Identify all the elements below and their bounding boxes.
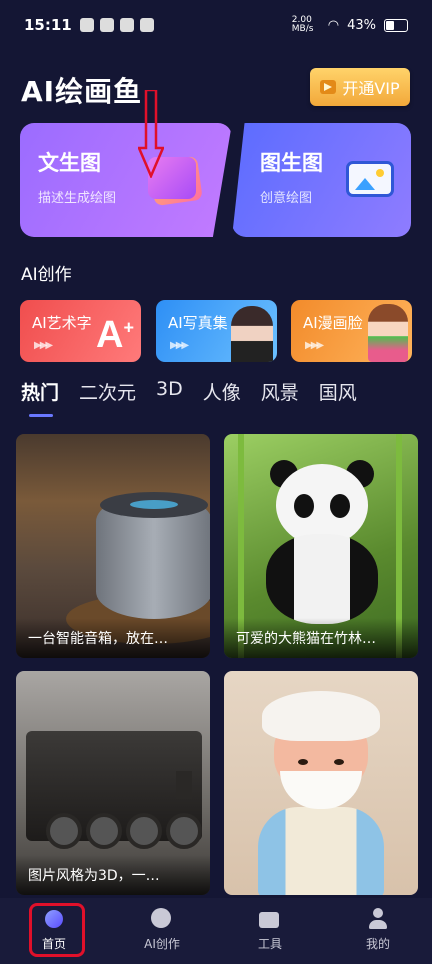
- nav-mine-label: 我的: [365, 937, 390, 951]
- gallery-item-grandpa[interactable]: [224, 671, 418, 895]
- tab-chinese-style[interactable]: 国风: [319, 378, 357, 405]
- palette-icon: [151, 908, 173, 930]
- play-arrows-icon: ▶▶▶: [305, 340, 324, 351]
- image-to-image-card[interactable]: 图生图 创意绘图: [232, 123, 411, 237]
- notification-icons: [79, 18, 154, 32]
- tab-3d[interactable]: 3D: [156, 378, 183, 405]
- app-title: AI绘画鱼: [21, 75, 143, 108]
- ai-portrait-label: AI写真集: [168, 314, 228, 332]
- ai-portrait-card[interactable]: AI写真集 ▶▶▶: [156, 300, 277, 362]
- nav-mine[interactable]: 我的: [324, 898, 432, 964]
- gallery-caption: 可爱的大熊猫在竹林…: [224, 618, 418, 658]
- hair-shape: [262, 691, 380, 741]
- app-notification-icon: [79, 18, 94, 32]
- crown-notification-icon: [119, 18, 134, 32]
- highlight-box-annotation: [29, 903, 85, 957]
- wheel-shape: [166, 813, 202, 849]
- tab-portrait[interactable]: 人像: [203, 378, 241, 405]
- ai-comic-face-label: AI漫画脸: [303, 314, 363, 332]
- mail-notification-icon: [139, 18, 154, 32]
- open-vip-button[interactable]: 开通VIP: [310, 68, 410, 106]
- panda-image: [260, 460, 384, 624]
- sun-shape: [376, 169, 384, 177]
- network-speed: 2.00 MB/s: [291, 15, 314, 34]
- panda-eye: [294, 494, 314, 518]
- ai-comic-face-card[interactable]: AI漫画脸 ▶▶▶: [291, 300, 412, 362]
- text-to-image-card[interactable]: 文生图 描述生成绘图: [20, 123, 232, 237]
- status-bar: 15:11 2.00 MB/s ◠ 43%: [0, 0, 432, 50]
- nav-tools[interactable]: 工具: [216, 898, 324, 964]
- toolbox-icon: [259, 908, 281, 930]
- nav-ai-creation-label: AI创作: [144, 937, 180, 951]
- portrait-avatar-image: [231, 306, 273, 362]
- beard-shape: [280, 771, 362, 809]
- person-icon: [367, 908, 389, 930]
- speaker-top-shape: [100, 492, 208, 518]
- panda-body: [266, 534, 378, 624]
- sweater-shape: [258, 807, 384, 895]
- ai-art-text-label: AI艺术字: [32, 314, 92, 332]
- letter-a-icon: A+: [96, 314, 134, 356]
- locomotive-image: [26, 731, 202, 849]
- tab-landscape[interactable]: 风景: [261, 378, 299, 405]
- red-arrow-annotation: [138, 90, 164, 178]
- play-arrows-icon: ▶▶▶: [170, 340, 189, 351]
- vip-icon: [320, 80, 337, 94]
- tabs-fade: [412, 378, 432, 408]
- eye-shape: [298, 759, 308, 765]
- grandpa-figure-image: [258, 691, 384, 895]
- picture-icon: [346, 161, 394, 197]
- battery-percent: 43%: [347, 17, 376, 33]
- battery-icon: [384, 18, 408, 32]
- mountain-shape: [355, 178, 375, 190]
- play-arrows-icon: ▶▶▶: [34, 340, 53, 351]
- play-notification-icon: [99, 18, 114, 32]
- gallery-item-train[interactable]: 图片风格为3D，一…: [16, 671, 210, 895]
- panda-eye: [330, 494, 350, 518]
- gallery-caption: 图片风格为3D，一…: [16, 855, 210, 895]
- wheel-shape: [126, 813, 162, 849]
- section-title-ai-creation: AI创作: [21, 265, 72, 285]
- tab-hot[interactable]: 热门: [21, 378, 59, 417]
- wheel-shape: [86, 813, 122, 849]
- ai-art-text-card[interactable]: AI艺术字 ▶▶▶ A+: [20, 300, 141, 362]
- wheel-shape: [46, 813, 82, 849]
- tab-anime[interactable]: 二次元: [79, 378, 136, 405]
- gallery-caption: 一台智能音箱，放在…: [16, 618, 210, 658]
- status-time: 15:11: [24, 16, 72, 34]
- wifi-icon: ◠: [327, 17, 340, 33]
- nav-ai-creation[interactable]: AI创作: [108, 898, 216, 964]
- comic-avatar-image: [368, 304, 408, 362]
- open-vip-label: 开通VIP: [342, 79, 400, 98]
- category-tabs: 热门 二次元 3D 人像 风景 国风: [21, 378, 377, 417]
- gallery-item-panda[interactable]: 可爱的大熊猫在竹林…: [224, 434, 418, 658]
- chimney-shape: [176, 771, 192, 799]
- eye-shape: [334, 759, 344, 765]
- nav-tools-label: 工具: [257, 937, 282, 951]
- gallery-item-speaker[interactable]: 一台智能音箱，放在…: [16, 434, 210, 658]
